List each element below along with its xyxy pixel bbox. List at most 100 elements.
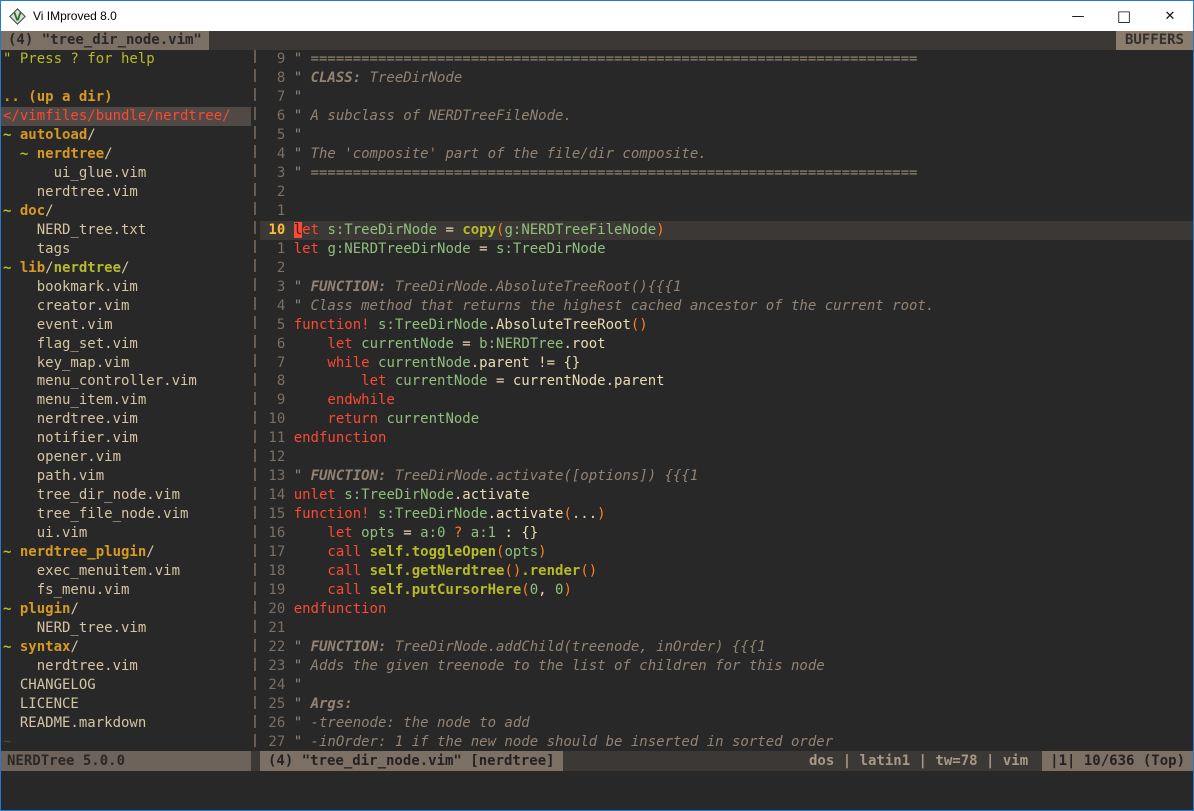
nerdtree-pane[interactable]: " Press ? for help .. (up a dir)</vimfile… <box>1 50 251 751</box>
tree-item[interactable]: ~ lib/nerdtree/ <box>1 259 251 278</box>
code-line[interactable]: 1let g:NERDTreeDirNode = s:TreeDirNode <box>260 240 1193 259</box>
text-segment: currentNode <box>378 355 471 371</box>
code-line[interactable]: 17 call self.toggleOpen(opts) <box>260 543 1193 562</box>
tree-item[interactable]: exec_menuitem.vim <box>1 562 251 581</box>
text-segment: / <box>104 146 112 162</box>
tree-item[interactable]: ~ doc/ <box>1 202 251 221</box>
code-line[interactable]: 7 while currentNode.parent != {} <box>260 354 1193 373</box>
text-segment: tree_dir_node.vim <box>3 487 180 503</box>
command-line[interactable] <box>1 771 1193 810</box>
code-line[interactable]: 9 endwhile <box>260 391 1193 410</box>
close-button[interactable]: ✕ <box>1147 1 1193 31</box>
code-line[interactable]: 4" The 'composite' part of the file/dir … <box>260 145 1193 164</box>
line-number: 16 <box>260 524 285 543</box>
tree-item[interactable]: nerdtree.vim <box>1 183 251 202</box>
tree-item[interactable]: tree_file_node.vim <box>1 505 251 524</box>
code-line[interactable]: 8" CLASS: TreeDirNode <box>260 69 1193 88</box>
tree-item[interactable]: ~ nerdtree/ <box>1 145 251 164</box>
tree-item[interactable]: tree_dir_node.vim <box>1 486 251 505</box>
tab-tree-dir-node[interactable]: (4) "tree_dir_node.vim" <box>1 31 209 50</box>
code-line[interactable]: 12 <box>260 448 1193 467</box>
tree-item[interactable]: path.vim <box>1 467 251 486</box>
tree-item[interactable]: README.markdown <box>1 714 251 733</box>
tree-item[interactable]: nerdtree.vim <box>1 657 251 676</box>
tree-item[interactable]: menu_controller.vim <box>1 372 251 391</box>
tree-item[interactable]: event.vim <box>1 316 251 335</box>
editor-pane[interactable]: 9" =====================================… <box>260 50 1193 751</box>
tree-item[interactable]: notifier.vim <box>1 429 251 448</box>
code-line[interactable]: 6 let currentNode = b:NERDTree.root <box>260 335 1193 354</box>
text-segment: g:NERDTreeFileNode <box>504 222 656 238</box>
tree-item[interactable]: ui_glue.vim <box>1 164 251 183</box>
code-line[interactable]: 27" -inOrder: 1 if the new node should b… <box>260 733 1193 751</box>
tree-item[interactable]: creator.vim <box>1 297 251 316</box>
code-line[interactable]: 18 call self.getNerdtree().render() <box>260 562 1193 581</box>
tree-item[interactable]: </vimfiles/bundle/nerdtree/ <box>1 107 251 126</box>
code-line[interactable]: 26" -treenode: the node to add <box>260 714 1193 733</box>
vertical-split[interactable] <box>251 50 260 751</box>
code-line[interactable]: 4" Class method that returns the highest… <box>260 297 1193 316</box>
code-line[interactable]: 22" FUNCTION: TreeDirNode.addChild(treen… <box>260 638 1193 657</box>
tree-item[interactable]: bookmark.vim <box>1 278 251 297</box>
code-line[interactable]: 3" =====================================… <box>260 164 1193 183</box>
tree-item[interactable]: CHANGELOG <box>1 676 251 695</box>
text-segment: return <box>327 411 378 427</box>
code-line[interactable]: 16 let opts = a:0 ? a:1 : {} <box>260 524 1193 543</box>
code-line[interactable]: 7" <box>260 88 1193 107</box>
code-line[interactable]: 2 <box>260 183 1193 202</box>
line-number: 2 <box>260 259 285 278</box>
tree-item[interactable]: LICENCE <box>1 695 251 714</box>
tree-item[interactable]: ~ autoload/ <box>1 126 251 145</box>
tree-item[interactable]: NERD_tree.vim <box>1 619 251 638</box>
text-segment: " <box>294 677 302 693</box>
code-line[interactable]: 20endfunction <box>260 600 1193 619</box>
code-line[interactable]: 8 let currentNode = currentNode.parent <box>260 372 1193 391</box>
tree-item[interactable]: menu_item.vim <box>1 391 251 410</box>
line-number: 10 <box>260 410 285 429</box>
minimize-button[interactable]: — <box>1055 1 1101 31</box>
tree-item[interactable]: fs_menu.vim <box>1 581 251 600</box>
tree-item[interactable]: NERD_tree.txt <box>1 221 251 240</box>
code-line[interactable]: 13" FUNCTION: TreeDirNode.activate([opti… <box>260 467 1193 486</box>
code-line[interactable]: 5function! s:TreeDirNode.AbsoluteTreeRoo… <box>260 316 1193 335</box>
text-segment: FUNCTION: <box>311 468 387 484</box>
text-segment <box>353 336 361 352</box>
code-line[interactable]: 10 return currentNode <box>260 410 1193 429</box>
tree-item[interactable]: nerdtree.vim <box>1 410 251 429</box>
code-line[interactable]: 5" <box>260 126 1193 145</box>
code-line[interactable]: 23" Adds the given treenode to the list … <box>260 657 1193 676</box>
tree-item[interactable]: opener.vim <box>1 448 251 467</box>
tree-item[interactable]: key_map.vim <box>1 354 251 373</box>
tree-item[interactable]: ~ nerdtree_plugin/ <box>1 543 251 562</box>
tree-item[interactable]: ~ <box>1 733 251 751</box>
text-segment: tree_file_node.vim <box>3 506 188 522</box>
text-segment: " <box>294 696 311 712</box>
tree-item[interactable] <box>1 69 251 88</box>
code-line[interactable]: 9" =====================================… <box>260 50 1193 69</box>
line-number: 19 <box>260 581 285 600</box>
text-segment: let <box>327 525 352 541</box>
code-line[interactable]: 24" <box>260 676 1193 695</box>
code-line[interactable]: 6" A subclass of NERDTreeFileNode. <box>260 107 1193 126</box>
code-line[interactable]: 19 call self.putCursorHere(0, 0) <box>260 581 1193 600</box>
code-line[interactable]: 2 <box>260 259 1193 278</box>
tree-item[interactable]: ~ syntax/ <box>1 638 251 657</box>
code-line[interactable]: 1 <box>260 202 1193 221</box>
maximize-button[interactable]: □ <box>1101 1 1147 31</box>
tree-item[interactable]: ui.vim <box>1 524 251 543</box>
tree-item[interactable]: ~ plugin/ <box>1 600 251 619</box>
tree-item[interactable]: tags <box>1 240 251 259</box>
code-line[interactable]: 14unlet s:TreeDirNode.activate <box>260 486 1193 505</box>
code-line[interactable]: 11endfunction <box>260 429 1193 448</box>
tree-item[interactable]: flag_set.vim <box>1 335 251 354</box>
line-number: 5 <box>260 126 285 145</box>
code-line[interactable]: 21 <box>260 619 1193 638</box>
code-line[interactable]: 25" Args: <box>260 695 1193 714</box>
text-segment <box>294 392 328 408</box>
code-line[interactable]: 10let s:TreeDirNode = copy(g:NERDTreeFil… <box>260 221 1193 240</box>
tree-item[interactable]: " Press ? for help <box>1 50 251 69</box>
tree-item[interactable]: .. (up a dir) <box>1 88 251 107</box>
text-segment <box>361 563 369 579</box>
code-line[interactable]: 3" FUNCTION: TreeDirNode.AbsoluteTreeRoo… <box>260 278 1193 297</box>
code-line[interactable]: 15function! s:TreeDirNode.activate(...) <box>260 505 1193 524</box>
